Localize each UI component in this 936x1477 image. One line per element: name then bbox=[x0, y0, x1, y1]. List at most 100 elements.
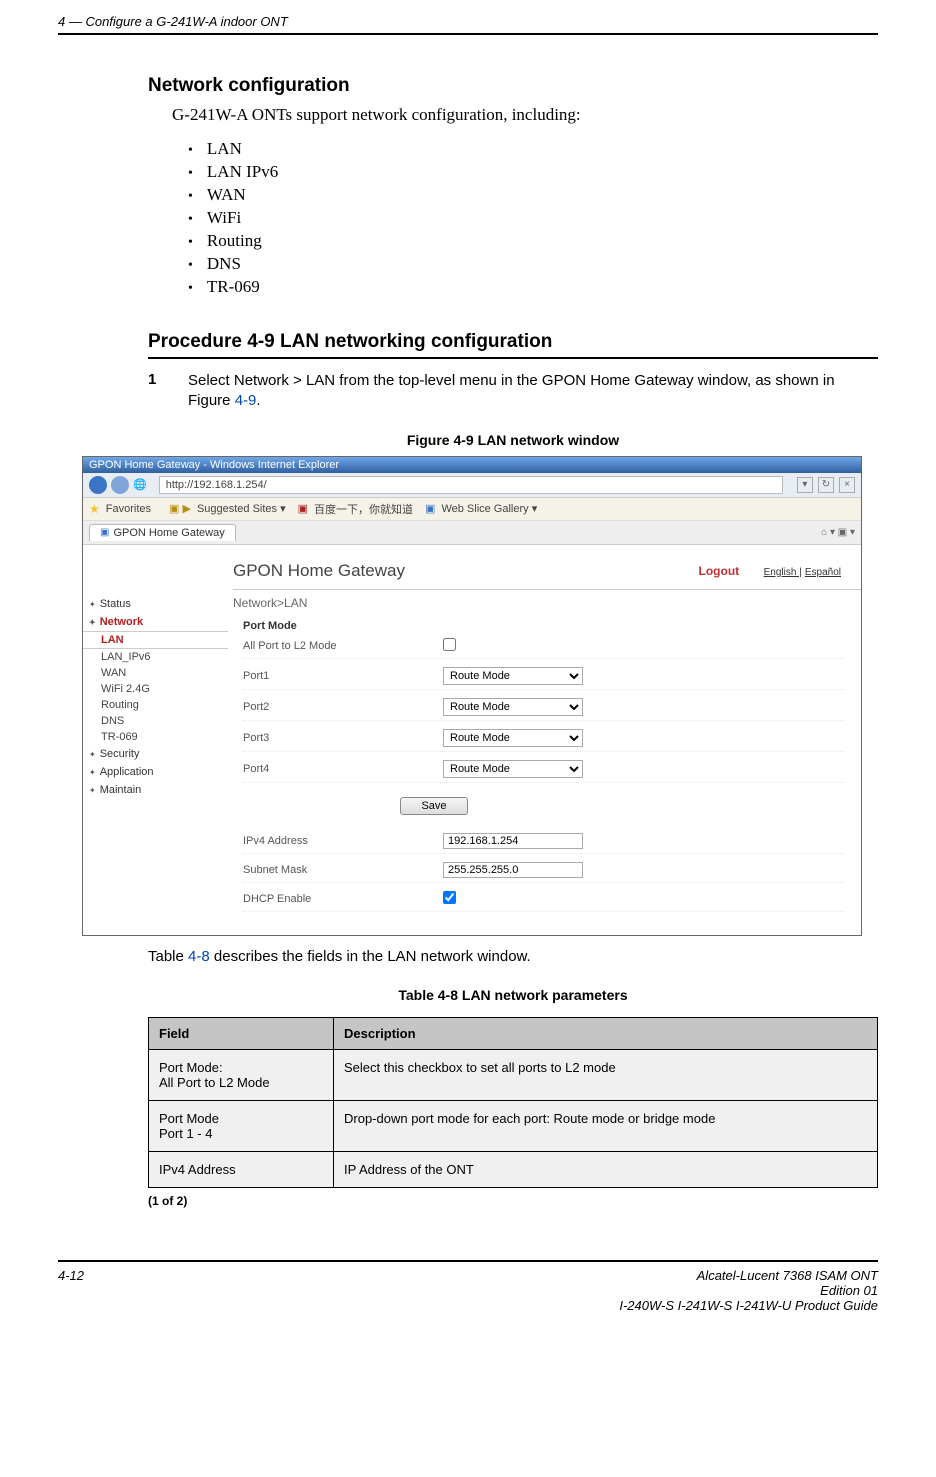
sidebar-item-security[interactable]: Security bbox=[83, 745, 228, 763]
sidebar-item-maintain[interactable]: Maintain bbox=[83, 781, 228, 799]
ipv4-input[interactable] bbox=[443, 833, 583, 849]
port1-select[interactable]: Route Mode bbox=[443, 667, 583, 685]
figure-caption: Figure 4-9 LAN network window bbox=[148, 432, 878, 448]
subnet-input[interactable] bbox=[443, 862, 583, 878]
breadcrumb: Network>LAN bbox=[233, 596, 861, 610]
procedure-heading: Procedure 4-9 LAN networking configurati… bbox=[148, 331, 878, 359]
step-number: 1 bbox=[148, 371, 188, 412]
list-item: TR-069 bbox=[188, 277, 878, 297]
star-icon: ★ bbox=[89, 502, 100, 516]
list-item: LAN IPv6 bbox=[188, 162, 878, 182]
sidebar-item-network[interactable]: Network bbox=[83, 613, 228, 631]
sidebar-item-status[interactable]: Status bbox=[83, 595, 228, 613]
cell-text: Port Mode: bbox=[159, 1060, 223, 1075]
dropdown-icon[interactable]: ▾ bbox=[797, 477, 813, 493]
table-cross-ref[interactable]: 4-8 bbox=[188, 948, 210, 965]
tab-label: GPON Home Gateway bbox=[113, 527, 224, 539]
stop-icon[interactable]: × bbox=[839, 477, 855, 493]
browser-tabbar: ▣ GPON Home Gateway ⌂ ▾ ▣ ▾ bbox=[83, 521, 861, 545]
figure-cross-ref[interactable]: 4-9 bbox=[235, 392, 257, 409]
cell-text: Drop-down port mode for each port: Route… bbox=[334, 1100, 878, 1151]
table-reference: Table 4-8 describes the fields in the LA… bbox=[148, 948, 878, 965]
lang-espanol-link[interactable]: Español bbox=[805, 567, 841, 578]
cell-text: Select this checkbox to set all ports to… bbox=[334, 1049, 878, 1100]
address-bar[interactable]: http://192.168.1.254/ bbox=[159, 476, 783, 494]
sidebar-item-application[interactable]: Application bbox=[83, 763, 228, 781]
browser-titlebar: GPON Home Gateway - Windows Internet Exp… bbox=[83, 457, 861, 473]
navbar-right: ▾ ↻ × bbox=[795, 477, 855, 493]
favorites-label: Favorites bbox=[106, 503, 151, 515]
sidebar-item-tr069[interactable]: TR-069 bbox=[83, 729, 228, 745]
port1-label: Port1 bbox=[243, 670, 443, 682]
table-row: Port Mode Port 1 - 4 Drop-down port mode… bbox=[149, 1100, 878, 1151]
all-port-checkbox[interactable] bbox=[443, 638, 456, 651]
table-continuation-note: (1 of 2) bbox=[148, 1194, 878, 1208]
footer-line: Alcatel-Lucent 7368 ISAM ONT bbox=[619, 1268, 878, 1283]
list-item: LAN bbox=[188, 139, 878, 159]
all-port-label: All Port to L2 Mode bbox=[243, 640, 443, 652]
step-text-part: Select Network > LAN from the top-level … bbox=[188, 372, 835, 409]
section-intro: G-241W-A ONTs support network configurat… bbox=[172, 105, 878, 125]
text: describes the fields in the LAN network … bbox=[210, 948, 531, 965]
footer-line: Edition 01 bbox=[619, 1283, 878, 1298]
dhcp-label: DHCP Enable bbox=[243, 893, 443, 905]
gateway-app: Status Network LAN LAN_IPv6 WAN WiFi 2.4… bbox=[83, 545, 861, 935]
col-desc-header: Description bbox=[334, 1017, 878, 1049]
cell-text: IP Address of the ONT bbox=[334, 1151, 878, 1187]
refresh-icon[interactable]: ↻ bbox=[818, 477, 834, 493]
port-mode-heading: Port Mode bbox=[243, 620, 845, 632]
parameters-table: Field Description Port Mode: All Port to… bbox=[148, 1017, 878, 1188]
cell-text: All Port to L2 Mode bbox=[159, 1075, 270, 1090]
table-row: Port Mode: All Port to L2 Mode Select th… bbox=[149, 1049, 878, 1100]
procedure-step: 1 Select Network > LAN from the top-leve… bbox=[148, 371, 878, 412]
link[interactable]: 百度一下，你就知道 bbox=[314, 501, 413, 517]
cell-text: Port Mode bbox=[159, 1111, 219, 1126]
browser-tab[interactable]: ▣ GPON Home Gateway bbox=[89, 524, 236, 541]
sidebar-item-dns[interactable]: DNS bbox=[83, 713, 228, 729]
dhcp-checkbox[interactable] bbox=[443, 891, 456, 904]
sidebar-item-lan[interactable]: LAN bbox=[83, 631, 228, 649]
globe-icon: 🌐 bbox=[133, 478, 147, 491]
sidebar-item-wifi[interactable]: WiFi 2.4G bbox=[83, 681, 228, 697]
cell-text: IPv4 Address bbox=[149, 1151, 334, 1187]
table-row: IPv4 Address IP Address of the ONT bbox=[149, 1151, 878, 1187]
list-item: WAN bbox=[188, 185, 878, 205]
running-header: 4 — Configure a G-241W-A indoor ONT bbox=[58, 14, 878, 35]
port2-label: Port2 bbox=[243, 701, 443, 713]
webslice-link[interactable]: Web Slice Gallery ▾ bbox=[441, 502, 537, 515]
port2-select[interactable]: Route Mode bbox=[443, 698, 583, 716]
figure-browser-window: GPON Home Gateway - Windows Internet Exp… bbox=[82, 456, 862, 936]
gateway-main: Port Mode All Port to L2 Mode Port1 Rout… bbox=[243, 620, 861, 912]
step-text-part: . bbox=[256, 392, 260, 409]
table-caption: Table 4-8 LAN network parameters bbox=[148, 987, 878, 1003]
step-text: Select Network > LAN from the top-level … bbox=[188, 371, 878, 412]
section-heading: Network configuration bbox=[148, 75, 878, 97]
logout-link[interactable]: Logout bbox=[699, 564, 740, 578]
save-button[interactable]: Save bbox=[400, 797, 467, 815]
gateway-title: GPON Home Gateway bbox=[233, 561, 405, 581]
lang-english-link[interactable]: English | bbox=[764, 567, 802, 578]
ipv4-label: IPv4 Address bbox=[243, 835, 443, 847]
list-item: WiFi bbox=[188, 208, 878, 228]
tab-favicon-icon: ▣ bbox=[100, 527, 109, 538]
col-field-header: Field bbox=[149, 1017, 334, 1049]
text: Table bbox=[148, 948, 188, 965]
tab-tools[interactable]: ⌂ ▾ ▣ ▾ bbox=[821, 527, 855, 538]
back-icon[interactable] bbox=[89, 476, 107, 494]
favorites-bar: ★ Favorites ▣ ▶ Suggested Sites ▾ ▣ 百度一下… bbox=[83, 498, 861, 521]
page-number: 4-12 bbox=[58, 1268, 84, 1313]
cell-text: Port 1 - 4 bbox=[159, 1126, 212, 1141]
forward-icon[interactable] bbox=[111, 476, 129, 494]
sidebar-item-lan-ipv6[interactable]: LAN_IPv6 bbox=[83, 649, 228, 665]
port4-select[interactable]: Route Mode bbox=[443, 760, 583, 778]
gateway-sidebar: Status Network LAN LAN_IPv6 WAN WiFi 2.4… bbox=[83, 595, 228, 799]
sidebar-item-wan[interactable]: WAN bbox=[83, 665, 228, 681]
list-item: DNS bbox=[188, 254, 878, 274]
browser-navbar: 🌐 http://192.168.1.254/ ▾ ↻ × bbox=[83, 473, 861, 498]
suggested-sites-link[interactable]: Suggested Sites ▾ bbox=[197, 502, 286, 515]
footer-line: I-240W-S I-241W-S I-241W-U Product Guide bbox=[619, 1298, 878, 1313]
port3-label: Port3 bbox=[243, 732, 443, 744]
sidebar-item-routing[interactable]: Routing bbox=[83, 697, 228, 713]
port3-select[interactable]: Route Mode bbox=[443, 729, 583, 747]
subnet-label: Subnet Mask bbox=[243, 864, 443, 876]
